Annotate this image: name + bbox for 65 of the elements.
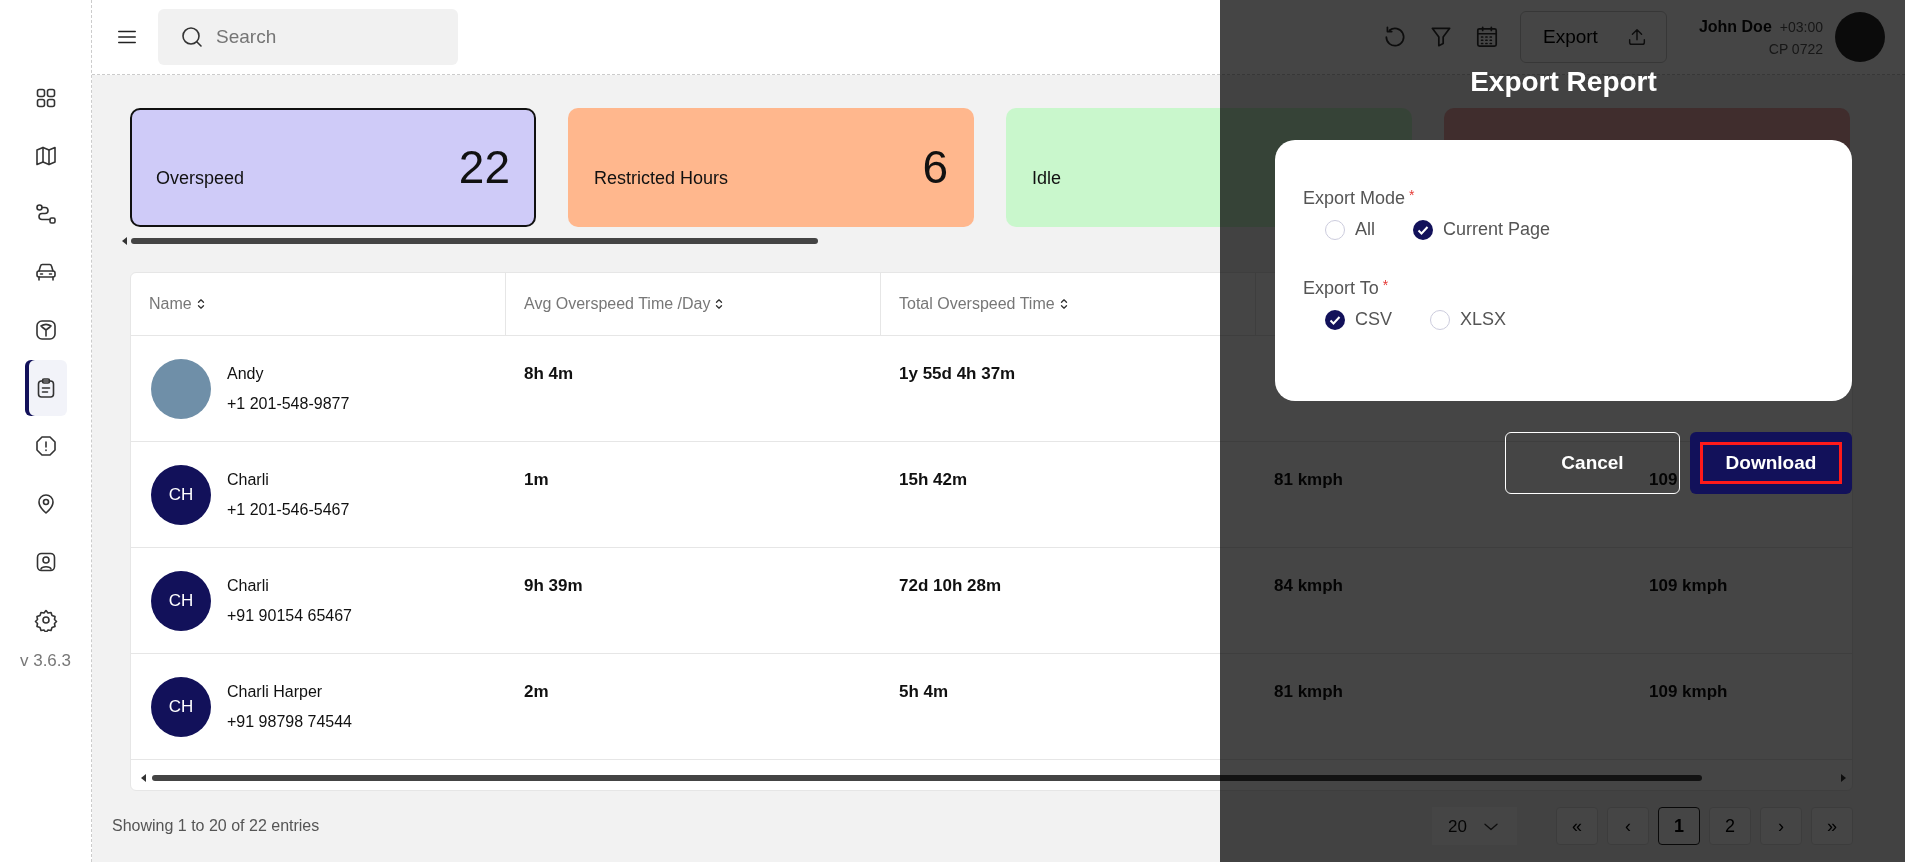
table-cell: 72d 10h 28m (899, 576, 1002, 595)
map-icon (33, 144, 58, 168)
field-label: Export Mode (1303, 188, 1406, 208)
table-cell: 81 kmph (1274, 682, 1343, 701)
avatar-initials: CH (151, 676, 211, 737)
table-cell: 1y 55d 4h 37m (899, 364, 1016, 383)
steering-wheel-icon (33, 318, 58, 342)
download-button[interactable]: Download (1690, 432, 1852, 494)
column-header[interactable]: Total Overspeed Time (899, 292, 1055, 316)
radio-icon[interactable] (1325, 309, 1345, 330)
dialog-title: Export Report (1470, 65, 1657, 99)
avatar-initials: CH (151, 570, 211, 631)
card-label: Overspeed (156, 167, 245, 190)
card-count: 22 (458, 140, 510, 195)
driver-name: Charli (227, 575, 270, 596)
phone-number: +91 90154 65467 (227, 605, 352, 626)
table-cell: 109 (1649, 470, 1678, 489)
driver-name: Andy (227, 363, 265, 384)
stat-card[interactable]: Overspeed 22 (130, 108, 536, 227)
sort-icon (1058, 297, 1069, 311)
alert-icon (33, 434, 58, 458)
column-header[interactable]: Name (149, 292, 192, 316)
settings-icon (33, 608, 58, 632)
avatar-initials: CH (151, 464, 211, 525)
table-cell: 8h 4m (524, 364, 574, 383)
radio-icon[interactable] (1430, 309, 1450, 330)
entries-summary: Showing 1 to 20 of 22 entries (112, 816, 320, 837)
user-name: John Doe (1698, 17, 1772, 35)
nav-item[interactable] (24, 360, 67, 416)
sort-icon (195, 297, 206, 311)
required-mark: * (1382, 277, 1389, 293)
route-icon (33, 202, 58, 226)
card-label: Restricted Hours (594, 167, 729, 190)
version-label: v 3.6.3 (19, 650, 71, 672)
radio-icon[interactable] (1325, 219, 1345, 240)
search-field[interactable]: Search (158, 9, 458, 65)
sort-icon (714, 297, 725, 311)
driver-name: Charli (227, 469, 270, 490)
radio-icon[interactable] (1413, 219, 1433, 240)
field-label: Export To (1303, 278, 1379, 298)
table-cell: 15h 42m (899, 470, 968, 489)
phone-number: +1 201-546-5467 (227, 499, 350, 520)
stat-card[interactable]: Restricted Hours 6 (568, 108, 974, 227)
table-cell: 109 kmph (1649, 576, 1728, 595)
table-cell: 109 kmph (1649, 682, 1728, 701)
phone-number: +91 98798 74544 (227, 711, 352, 732)
required-mark: * (1409, 187, 1415, 203)
table-cell: 81 kmph (1274, 470, 1343, 489)
radio-option[interactable]: XLSX (1430, 306, 1507, 333)
radio-option[interactable]: CSV (1325, 306, 1392, 333)
card-count: 6 (922, 140, 948, 195)
card-label: Idle (1032, 167, 1062, 190)
table-cell: 9h 39m (524, 576, 583, 595)
table-cell: 5h 4m (899, 682, 949, 701)
scroll-left-icon[interactable] (122, 237, 127, 245)
phone-number: +1 201-548-9877 (227, 393, 350, 414)
search-icon (180, 25, 204, 49)
driver-name: Charli Harper (227, 681, 324, 702)
scrollbar-thumb[interactable] (131, 238, 818, 244)
table-cell: 1m (524, 470, 549, 489)
table-cell: 2m (524, 682, 549, 701)
scroll-left-icon[interactable] (141, 773, 146, 782)
radio-option[interactable]: Current Page (1413, 216, 1551, 243)
column-header[interactable]: Avg Overspeed Time /Day (524, 292, 711, 316)
table-cell: 84 kmph (1274, 576, 1343, 595)
